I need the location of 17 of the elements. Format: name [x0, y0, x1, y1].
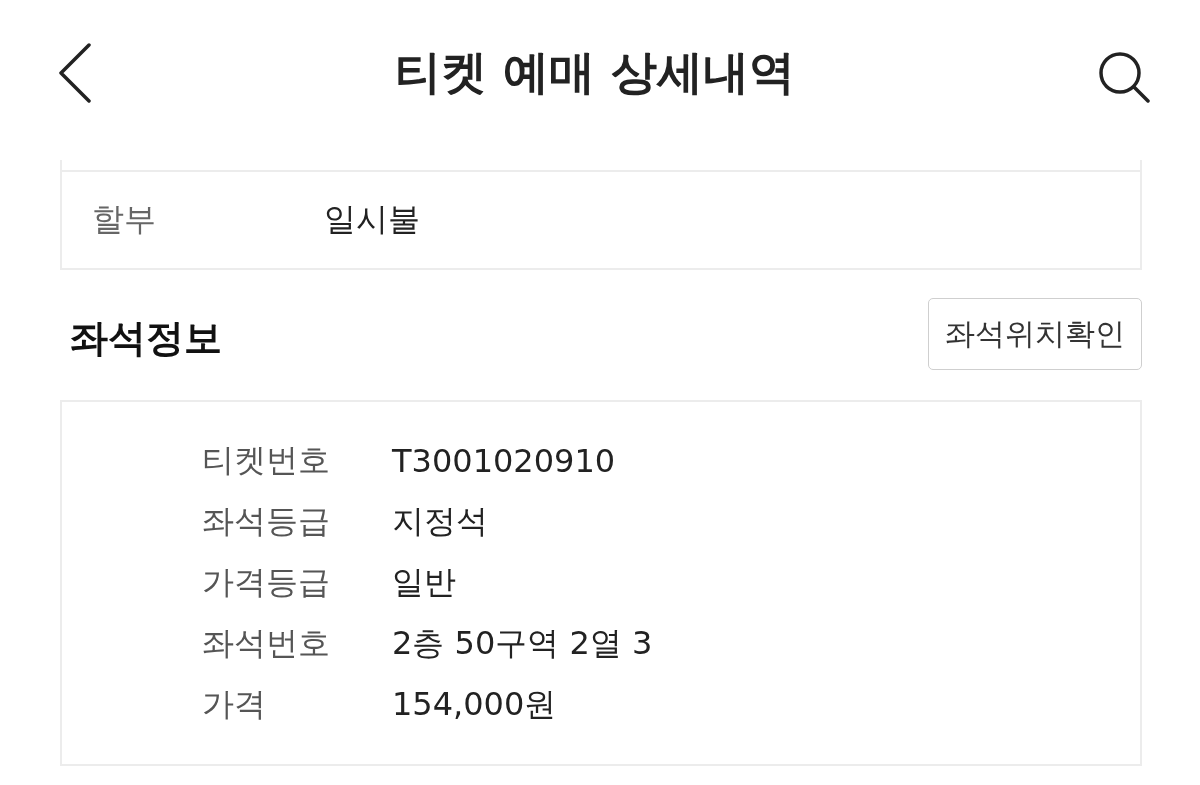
seat-location-button[interactable]: 좌석위치확인 — [928, 298, 1142, 370]
section-title: 좌석정보 — [70, 314, 222, 362]
row-value: 2층 50구역 2열 3 — [392, 622, 653, 664]
back-icon[interactable] — [58, 43, 92, 103]
row-label: 좌석등급 — [202, 500, 331, 542]
row-value: 일시불 — [324, 199, 420, 240]
row-value: 154,000원 — [392, 683, 557, 725]
row-label: 좌석번호 — [202, 622, 331, 664]
row-label: 가격 — [202, 683, 267, 725]
row-value: 일반 — [392, 561, 456, 603]
row-label: 가격등급 — [202, 561, 331, 603]
row-value: T3001020910 — [392, 441, 616, 480]
search-icon[interactable] — [1098, 51, 1150, 103]
row-value: 지정석 — [392, 500, 488, 542]
row-label: 티켓번호 — [202, 439, 331, 481]
row-label: 할부 — [91, 199, 157, 240]
page-title: 티켓 예매 상세내역 — [395, 44, 795, 101]
